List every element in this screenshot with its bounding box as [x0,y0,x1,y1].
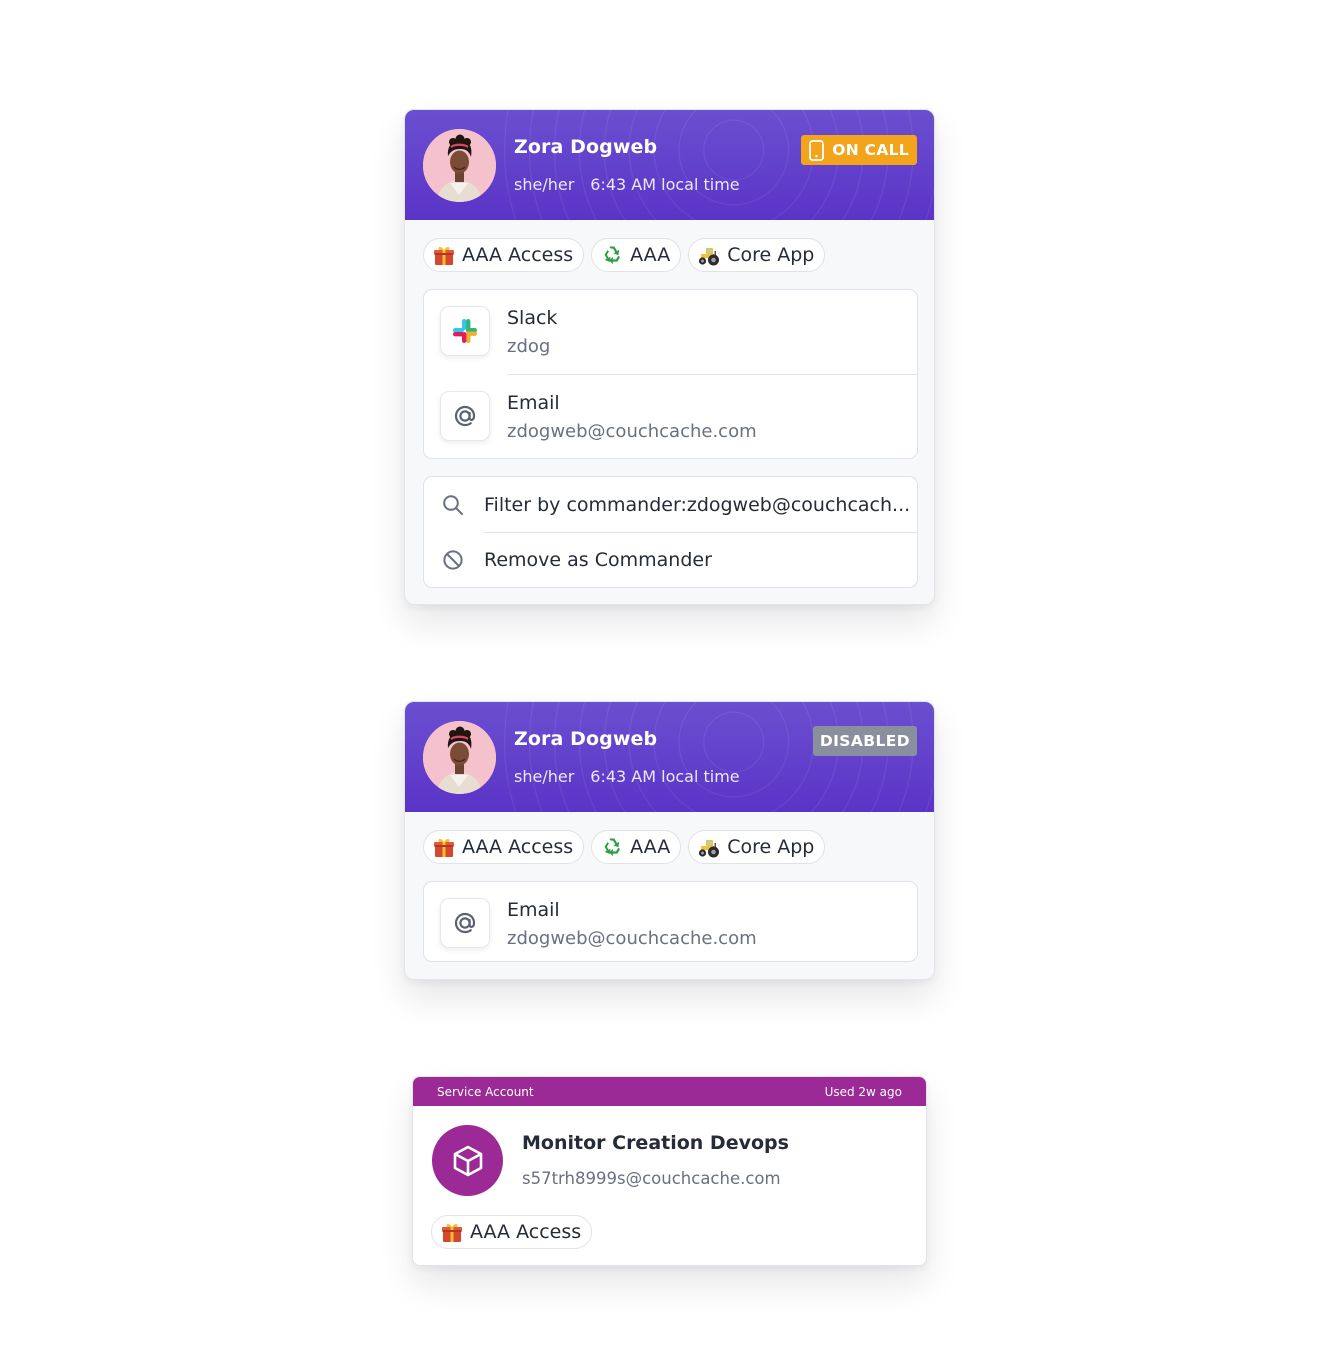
tag-aaa-access[interactable]: AAA Access [431,1215,593,1249]
user-name: Zora Dogweb [514,728,658,750]
tag-label: Core App [727,244,815,266]
tag-core-app[interactable]: Core App [688,830,826,864]
search-icon [442,494,464,516]
contact-methods: Slack zdog Email zdogweb@couchcache.com [423,289,918,459]
contact-value[interactable]: zdogweb@couchcache.com [507,928,757,949]
email-icon-box [440,898,490,948]
recycle-icon [600,243,624,267]
contact-label: Email [507,899,560,921]
tag-core-app[interactable]: Core App [688,238,826,272]
tag-label: AAA [630,244,671,266]
cube-icon [450,1143,486,1179]
action-label: Remove as Commander [484,549,712,571]
user-card-header: Zora Dogweb she/her 6:43 AM local time D… [405,702,934,812]
tag-aaa[interactable]: AAA [591,238,682,272]
tag-aaa-access[interactable]: AAA Access [423,830,585,864]
action-label: Filter by commander:zdogweb@couchcach... [484,493,911,516]
recycle-icon [600,835,624,859]
contact-slack[interactable]: Slack zdog [424,290,917,374]
tag-label: AAA [630,836,671,858]
tractor-icon [697,835,721,859]
avatar[interactable] [423,129,496,202]
on-call-badge: ON CALL [801,135,917,165]
tag-aaa-access[interactable]: AAA Access [423,238,585,272]
account-type-label: Service Account [437,1084,534,1099]
local-time: 6:43 AM local time [590,767,740,786]
at-icon [451,402,479,430]
gift-icon [432,243,456,267]
avatar[interactable] [423,721,496,794]
user-name: Zora Dogweb [514,136,658,158]
tractor-icon [697,243,721,267]
contact-value[interactable]: zdog [507,336,550,357]
status-badge-label: ON CALL [832,141,909,159]
contact-email[interactable]: Email zdogweb@couchcache.com [440,374,917,458]
user-subline: she/her 6:43 AM local time [514,767,740,786]
pronouns: she/her [514,767,575,786]
phone-icon [809,140,824,161]
tag-label: AAA Access [470,1221,582,1243]
remove-commander-action[interactable]: Remove as Commander [484,532,917,587]
disabled-badge: DISABLED [812,726,917,756]
slack-icon-box [440,306,490,356]
team-tags: AAA Access AAA Core App [423,238,826,272]
contact-value[interactable]: zdogweb@couchcache.com [507,421,757,442]
contact-label: Email [507,392,560,414]
team-tags: AAA Access AAA Core App [423,830,826,864]
contact-label: Slack [507,307,558,329]
block-icon [442,549,464,571]
commander-actions: Filter by commander:zdogweb@couchcach...… [423,476,918,588]
contact-methods: Email zdogweb@couchcache.com [423,881,918,962]
gift-icon [440,1220,464,1244]
at-icon [451,909,479,937]
slack-icon [451,317,479,345]
service-account-card: Service Account Used 2w ago Monitor Crea… [412,1076,927,1266]
contact-email[interactable]: Email zdogweb@couchcache.com [424,882,917,961]
pronouns: she/her [514,175,575,194]
tag-label: Core App [727,836,815,858]
tag-label: AAA Access [462,836,574,858]
service-account-bar: Service Account Used 2w ago [413,1077,926,1106]
user-card-disabled: Zora Dogweb she/her 6:43 AM local time D… [404,701,935,980]
service-account-avatar [432,1125,503,1196]
user-subline: she/her 6:43 AM local time [514,175,740,194]
user-card-header: Zora Dogweb she/her 6:43 AM local time O… [405,110,934,220]
team-tags: AAA Access [431,1215,593,1249]
service-account-email[interactable]: s57trh8999s@couchcache.com [522,1169,781,1188]
email-icon-box [440,391,490,441]
tag-label: AAA Access [462,244,574,266]
user-card-on-call: Zora Dogweb she/her 6:43 AM local time O… [404,109,935,605]
tag-aaa[interactable]: AAA [591,830,682,864]
last-used-label: Used 2w ago [824,1084,902,1099]
gift-icon [432,835,456,859]
local-time: 6:43 AM local time [590,175,740,194]
service-account-name: Monitor Creation Devops [522,1132,789,1154]
filter-by-commander-action[interactable]: Filter by commander:zdogweb@couchcach... [424,477,917,532]
